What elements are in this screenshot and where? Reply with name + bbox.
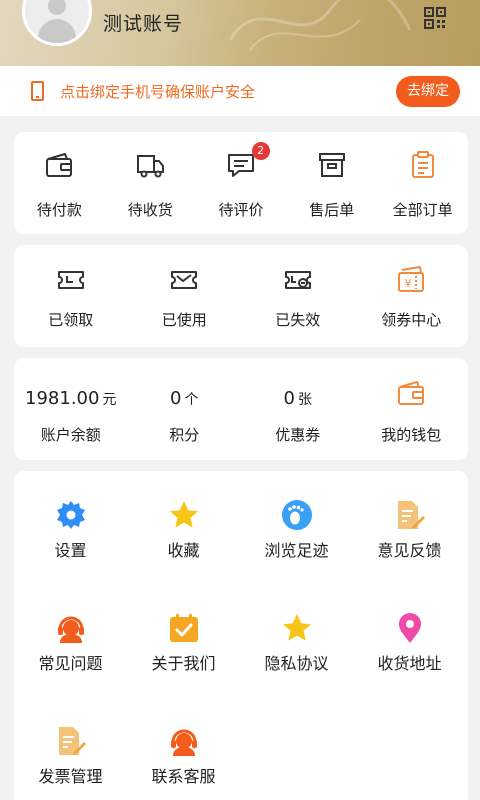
order-pending-receipt[interactable]: 待收货 (105, 132, 196, 234)
asset-label: 我的钱包 (381, 426, 442, 444)
orders-card: 待付款 待收货 2 待评价 售后单 全部订单 (14, 132, 468, 234)
profile-header: 测试账号 (0, 0, 480, 66)
coupon-label: 已领取 (48, 311, 94, 329)
bind-phone-hint[interactable]: 点击绑定手机号确保账户安全 (60, 81, 255, 102)
headset-icon (58, 616, 84, 643)
menu-item-about[interactable]: 关于我们 (127, 584, 240, 697)
menu-label: 常见问题 (38, 654, 103, 673)
order-label: 售后单 (309, 201, 355, 219)
menu-label: 隐私协议 (264, 654, 329, 673)
asset-coupons[interactable]: 0张 优惠券 (241, 358, 355, 460)
asset-balance[interactable]: 1981.00 元 账户余额 (14, 358, 128, 460)
menu-label: 联系客服 (151, 767, 216, 786)
review-count-badge: 2 (251, 142, 270, 160)
wallet-icon (398, 381, 425, 405)
asset-points[interactable]: 0个 积分 (128, 358, 242, 460)
order-pending-payment[interactable]: 待付款 (14, 132, 105, 234)
coupon-count-value: 0张 (283, 388, 312, 409)
asset-label: 账户余额 (40, 426, 101, 444)
ticket-check-icon (171, 271, 198, 289)
menu-label: 设置 (54, 541, 87, 560)
ticket-expired-icon (284, 271, 311, 289)
assets-card: 1981.00 元 账户余额 0个 积分 0张 优惠券 我的钱包 (14, 358, 468, 460)
account-name[interactable]: 测试账号 (103, 9, 183, 36)
coupon-used[interactable]: 已使用 (128, 245, 242, 347)
menu-item-feedback[interactable]: 意见反馈 (353, 471, 466, 584)
menu-item-customer-service[interactable]: 联系客服 (127, 697, 240, 800)
order-pending-review[interactable]: 2 待评价 (196, 132, 287, 234)
star-icon (283, 614, 311, 641)
menu-label: 收货地址 (377, 654, 442, 673)
menu-item-favorites[interactable]: 收藏 (127, 471, 240, 584)
menu-label: 发票管理 (38, 767, 103, 786)
phone-icon (31, 81, 44, 101)
order-label: 待收货 (127, 201, 173, 219)
gear-icon (57, 501, 85, 529)
coupon-expired[interactable]: 已失效 (241, 245, 355, 347)
coupon-label: 已使用 (161, 311, 207, 329)
menu-item-settings[interactable]: 设置 (14, 471, 127, 584)
avatar[interactable] (22, 0, 92, 46)
order-all[interactable]: 全部订单 (377, 132, 468, 234)
services-card: 设置 收藏 浏览足迹 意见反馈 常见问题 关于我们 隐私协议 收货地址 发票管理… (14, 471, 468, 800)
menu-item-privacy[interactable]: 隐私协议 (240, 584, 353, 697)
menu-label: 浏览足迹 (264, 541, 329, 560)
coupon-label: 领券中心 (381, 311, 442, 329)
coupons-card: 已领取 已使用 已失效 ¥ 领券中心 (14, 245, 468, 347)
bind-phone-bar: 点击绑定手机号确保账户安全 去绑定 (0, 66, 480, 116)
asset-wallet[interactable]: 我的钱包 (355, 358, 469, 460)
asset-label: 积分 (169, 426, 200, 444)
menu-label: 意见反馈 (377, 541, 442, 560)
menu-label: 收藏 (167, 541, 200, 560)
bind-phone-button[interactable]: 去绑定 (396, 76, 460, 107)
headset-icon (171, 729, 197, 756)
star-icon (170, 501, 198, 528)
menu-item-faq[interactable]: 常见问题 (14, 584, 127, 697)
invoice-doc-icon (59, 727, 86, 755)
asset-label: 优惠券 (275, 426, 321, 444)
menu-item-history[interactable]: 浏览足迹 (240, 471, 353, 584)
calendar-check-icon (170, 614, 198, 642)
coupon-center-icon: ¥ (398, 266, 425, 292)
wallet-icon (46, 153, 73, 177)
comment-icon (227, 154, 254, 177)
footprint-icon (282, 500, 312, 530)
order-after-sales[interactable]: 售后单 (286, 132, 377, 234)
archive-box-icon (318, 153, 345, 177)
feedback-doc-icon (398, 501, 425, 529)
svg-text:¥: ¥ (405, 277, 412, 290)
menu-label: 关于我们 (151, 654, 216, 673)
coupon-center[interactable]: ¥ 领券中心 (355, 245, 469, 347)
points-value: 0个 (170, 388, 199, 409)
order-label: 待付款 (36, 201, 82, 219)
ticket-clock-icon (57, 271, 84, 289)
order-label: 待评价 (218, 201, 264, 219)
clipboard-icon (411, 151, 434, 178)
coupon-received[interactable]: 已领取 (14, 245, 128, 347)
order-label: 全部订单 (392, 201, 453, 219)
truck-icon (137, 155, 165, 178)
qr-code-icon[interactable] (424, 7, 446, 29)
coupon-label: 已失效 (275, 311, 321, 329)
menu-item-address[interactable]: 收货地址 (353, 584, 466, 697)
location-pin-icon (399, 613, 421, 643)
header-decoration (228, 0, 412, 51)
balance-value: 1981.00 元 (25, 388, 117, 409)
menu-item-invoice[interactable]: 发票管理 (14, 697, 127, 800)
